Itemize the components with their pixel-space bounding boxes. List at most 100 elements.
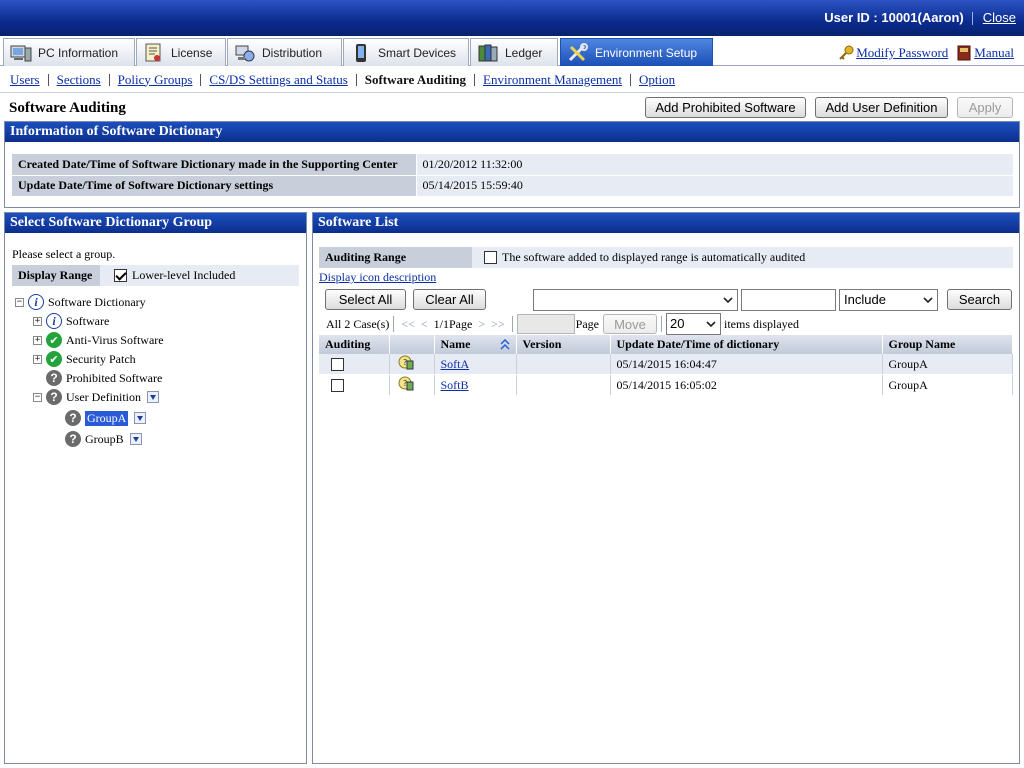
key-icon [838, 45, 854, 61]
tab-distribution[interactable]: Distribution [227, 38, 342, 66]
manual-book-icon [956, 45, 972, 61]
question-icon: ? [46, 370, 62, 386]
check-icon: ✔ [46, 332, 62, 348]
tab-license[interactable]: License [136, 38, 226, 66]
auto-audit-checkbox[interactable] [484, 251, 497, 264]
filter-field-select[interactable] [533, 289, 738, 311]
info-icon: i [28, 294, 44, 310]
created-datetime-label: Created Date/Time of Software Dictionary… [12, 154, 417, 176]
auditing-range-label: Auditing Range [319, 247, 472, 268]
display-range-label: Display Range [12, 265, 100, 286]
user-info: User ID : 10001(Aaron) Close [824, 10, 1016, 26]
prev-page-link[interactable]: < [421, 317, 428, 332]
tab-environment-setup[interactable]: Environment Setup [560, 38, 713, 66]
software-list-panel: Software List Auditing Range The softwar… [312, 212, 1020, 764]
subnav-option[interactable]: Option [639, 72, 675, 87]
page-title: Software Auditing [9, 100, 126, 116]
software-name-link[interactable]: SoftB [441, 378, 469, 392]
display-range-row: Display Range Lower-level Included [12, 265, 299, 286]
apply-button[interactable]: Apply [957, 97, 1013, 118]
chevron-down-icon [706, 321, 716, 327]
select-all-button[interactable]: Select All [325, 289, 406, 310]
clear-all-button[interactable]: Clear All [413, 289, 486, 310]
tree-node-group-b[interactable]: ? GroupB [65, 430, 142, 448]
modify-password-link[interactable]: Modify Password [856, 45, 948, 61]
tree-node-security-patch[interactable]: + ✔ Security Patch [33, 350, 136, 368]
table-row: ? SoftA 05/14/2015 16:04:47 GroupA [319, 354, 1013, 375]
dropdown-arrow-icon[interactable] [129, 433, 142, 445]
expand-toggle-icon[interactable]: + [33, 335, 42, 345]
col-name[interactable]: Name [434, 335, 517, 354]
add-prohibited-software-button[interactable]: Add Prohibited Software [645, 97, 806, 118]
lower-level-checkbox[interactable] [114, 269, 127, 282]
next-page-link[interactable]: > [478, 317, 485, 332]
collapse-toggle-icon[interactable]: − [15, 297, 24, 307]
smart-device-icon [350, 43, 372, 63]
question-icon: ? [46, 389, 62, 405]
subnav-environment-management[interactable]: Environment Management [483, 72, 622, 87]
chevron-down-icon [923, 297, 933, 303]
created-datetime-value: 01/20/2012 11:32:00 [416, 154, 1013, 176]
tab-ledger[interactable]: Ledger [470, 38, 558, 66]
col-group-name[interactable]: Group Name [882, 335, 1013, 354]
per-page-select[interactable]: 20 [665, 313, 721, 335]
col-update-datetime[interactable]: Update Date/Time of dictionary [610, 335, 883, 354]
tree-node-group-a[interactable]: ? GroupA [65, 409, 147, 427]
subnav-sections[interactable]: Sections [57, 72, 101, 87]
top-bar: User ID : 10001(Aaron) Close [0, 0, 1024, 36]
distribution-icon [234, 43, 256, 63]
tab-smart-devices[interactable]: Smart Devices [343, 38, 469, 66]
software-name-link[interactable]: SoftA [441, 357, 470, 371]
group-prompt: Please select a group. [12, 247, 116, 261]
page-label: Page [575, 316, 599, 331]
first-page-link[interactable]: << [401, 317, 415, 332]
dictionary-info-panel: Information of Software Dictionary Creat… [4, 121, 1020, 208]
software-user-defined-icon: ? [398, 375, 414, 391]
top-links: Modify Password Manual [838, 45, 1014, 61]
dropdown-arrow-icon[interactable] [146, 391, 159, 403]
page-number-input[interactable] [516, 314, 575, 334]
group-select-title: Select Software Dictionary Group [5, 213, 306, 233]
manual-link[interactable]: Manual [974, 45, 1014, 61]
add-user-definition-button[interactable]: Add User Definition [815, 97, 948, 118]
filter-mode-select[interactable]: Include [839, 289, 938, 311]
sort-ascending-icon[interactable] [499, 339, 510, 351]
svg-text:?: ? [403, 358, 407, 367]
tree-node-antivirus[interactable]: + ✔ Anti-Virus Software [33, 331, 164, 349]
info-icon: i [46, 313, 62, 329]
col-version[interactable]: Version [516, 335, 611, 354]
move-button[interactable]: Move [602, 314, 657, 334]
page-info: 1/1Page [433, 316, 473, 331]
collapse-toggle-icon[interactable]: − [33, 392, 42, 402]
last-page-link[interactable]: >> [491, 317, 505, 332]
filter-text-input[interactable] [741, 289, 836, 311]
close-link[interactable]: Close [983, 10, 1016, 25]
tree-node-software[interactable]: + i Software [33, 312, 109, 330]
row-audit-checkbox[interactable] [331, 358, 344, 372]
subnav-software-auditing: Software Auditing [364, 71, 466, 87]
expand-toggle-icon[interactable]: + [33, 316, 42, 326]
subnav-users[interactable]: Users [10, 72, 40, 87]
search-button[interactable]: Search [947, 289, 1012, 310]
col-auditing[interactable]: Auditing [319, 335, 390, 354]
dropdown-arrow-icon[interactable] [134, 412, 147, 424]
software-version [516, 354, 611, 375]
tree-node-root[interactable]: − i Software Dictionary [15, 293, 146, 311]
software-group-name: GroupA [882, 374, 1013, 396]
subnav-policy-groups[interactable]: Policy Groups [118, 72, 193, 87]
software-update-datetime: 05/14/2015 16:04:47 [610, 354, 883, 375]
tab-pc-information[interactable]: PC Information [3, 38, 135, 66]
tree-node-user-definition[interactable]: − ? User Definition [33, 388, 159, 406]
subnav-cs-ds-settings[interactable]: CS/DS Settings and Status [209, 72, 347, 87]
dictionary-info-title: Information of Software Dictionary [5, 122, 1019, 142]
software-list-table: Auditing Name Version Update Date/Time o… [319, 335, 1013, 396]
tree-node-prohibited[interactable]: ? Prohibited Software [46, 369, 162, 387]
icon-description-link[interactable]: Display icon description [319, 270, 436, 285]
software-update-datetime: 05/14/2015 16:05:02 [610, 374, 883, 396]
row-audit-checkbox[interactable] [331, 379, 344, 393]
col-icon [389, 335, 435, 354]
pager: All 2 Case(s) << < 1/1Page > >> Page Mov… [326, 313, 799, 335]
expand-toggle-icon[interactable]: + [33, 354, 42, 364]
items-displayed-label: items displayed [723, 316, 799, 331]
pc-icon [10, 43, 32, 63]
